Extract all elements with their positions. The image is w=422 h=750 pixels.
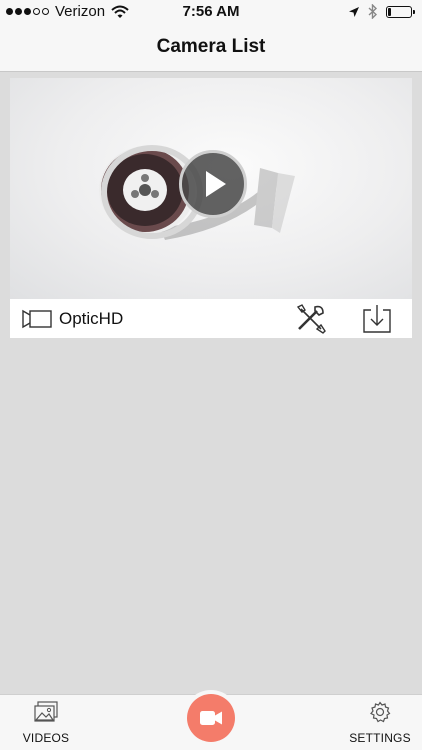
camera-name: OpticHD <box>59 309 124 328</box>
photo-gallery-icon <box>34 701 58 722</box>
status-right <box>348 4 415 19</box>
tab-videos[interactable]: VIDEOS <box>16 701 76 745</box>
page-title: Camera List <box>156 36 266 57</box>
camera-card-footer: OpticHD <box>10 299 412 338</box>
tools-icon[interactable] <box>295 303 327 335</box>
record-button-wrap <box>183 690 239 746</box>
play-button[interactable] <box>179 150 247 218</box>
record-button[interactable] <box>187 694 235 742</box>
nav-bar: Camera List <box>0 24 422 72</box>
video-camera-icon <box>22 309 52 329</box>
tab-settings-label: SETTINGS <box>349 731 411 745</box>
play-icon <box>206 171 226 197</box>
download-icon[interactable] <box>362 304 392 334</box>
tab-videos-label: VIDEOS <box>22 731 70 745</box>
battery-level <box>388 7 391 16</box>
status-bar: Verizon 7:56 AM <box>0 0 422 24</box>
gear-icon <box>370 701 391 723</box>
battery-icon <box>386 5 415 18</box>
tab-settings[interactable]: SETTINGS <box>342 701 418 745</box>
bluetooth-icon <box>368 4 378 19</box>
record-camera-icon <box>200 711 222 725</box>
location-arrow-icon <box>349 6 359 17</box>
film-reel-image[interactable] <box>10 78 412 299</box>
camera-card[interactable]: OpticHD <box>10 78 412 338</box>
